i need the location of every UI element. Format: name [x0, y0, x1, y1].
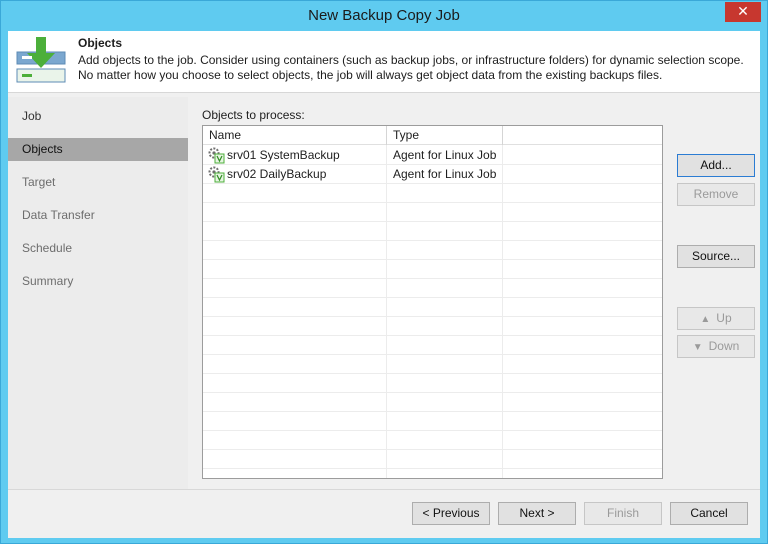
column-header-name[interactable]: Name — [203, 126, 387, 145]
grid-line — [203, 430, 662, 431]
row-name: srv02 DailyBackup — [227, 167, 327, 181]
close-button[interactable]: ✕ — [725, 2, 761, 22]
wizard-client: Objects Add objects to the job. Consider… — [8, 31, 760, 538]
arrow-down-icon: ▼ — [692, 342, 703, 353]
wizard-window: New Backup Copy Job ✕ Objects Add object… — [0, 0, 768, 544]
up-button[interactable]: ▲ Up — [677, 307, 755, 330]
previous-button[interactable]: < Previous — [412, 502, 490, 525]
grid-line — [203, 221, 662, 222]
row-type: Agent for Linux Job — [393, 167, 497, 181]
grid-line — [203, 411, 662, 412]
footer-divider — [8, 489, 760, 490]
objects-list-label: Objects to process: — [202, 108, 305, 122]
finish-button[interactable]: Finish — [584, 502, 662, 525]
grid-line — [203, 449, 662, 450]
table-row[interactable]: srv02 DailyBackup Agent for Linux Job — [203, 165, 662, 184]
nav-item-target[interactable]: Target — [8, 171, 188, 194]
grid-line — [203, 373, 662, 374]
column-separator — [386, 145, 387, 478]
nav-item-schedule[interactable]: Schedule — [8, 237, 188, 260]
down-button[interactable]: ▼ Down — [677, 335, 755, 358]
grid-line — [203, 335, 662, 336]
grid-line — [203, 259, 662, 260]
window-title: New Backup Copy Job — [308, 7, 460, 24]
grid-line — [203, 202, 662, 203]
objects-list[interactable]: Name Type srv01 SystemBackup Agent for L… — [202, 125, 663, 479]
down-label: Down — [708, 339, 740, 353]
arrow-up-icon: ▲ — [700, 314, 711, 325]
step-description: Add objects to the job. Consider using c… — [78, 53, 744, 82]
row-type: Agent for Linux Job — [393, 148, 497, 162]
list-header: Name Type — [203, 126, 662, 145]
nav-item-objects[interactable]: Objects — [8, 138, 188, 161]
backup-copy-download-icon — [16, 37, 66, 83]
step-title: Objects — [78, 36, 123, 50]
up-label: Up — [716, 311, 732, 325]
column-separator — [502, 145, 503, 478]
cancel-button[interactable]: Cancel — [670, 502, 748, 525]
grid-line — [203, 297, 662, 298]
grid-line — [203, 240, 662, 241]
title-bar[interactable]: New Backup Copy Job ✕ — [1, 1, 767, 31]
grid-line — [203, 278, 662, 279]
wizard-steps-nav: Job Objects Target Data Transfer Schedul… — [8, 97, 188, 489]
linux-agent-job-icon — [208, 147, 225, 164]
grid-line — [203, 392, 662, 393]
objects-panel: Objects to process: Name Type srv01 Syst… — [194, 97, 760, 489]
table-row[interactable]: srv01 SystemBackup Agent for Linux Job — [203, 146, 662, 165]
source-button[interactable]: Source... — [677, 245, 755, 268]
nav-item-data-transfer[interactable]: Data Transfer — [8, 204, 188, 227]
grid-line — [203, 316, 662, 317]
nav-item-summary[interactable]: Summary — [8, 270, 188, 293]
add-button[interactable]: Add... — [677, 154, 755, 177]
nav-item-job[interactable]: Job — [8, 105, 188, 128]
wizard-header: Objects Add objects to the job. Consider… — [8, 31, 760, 93]
row-name: srv01 SystemBackup — [227, 148, 340, 162]
linux-agent-job-icon — [208, 166, 225, 183]
next-button[interactable]: Next > — [498, 502, 576, 525]
grid-line — [203, 468, 662, 469]
grid-line — [203, 354, 662, 355]
column-header-type[interactable]: Type — [387, 126, 503, 145]
remove-button[interactable]: Remove — [677, 183, 755, 206]
